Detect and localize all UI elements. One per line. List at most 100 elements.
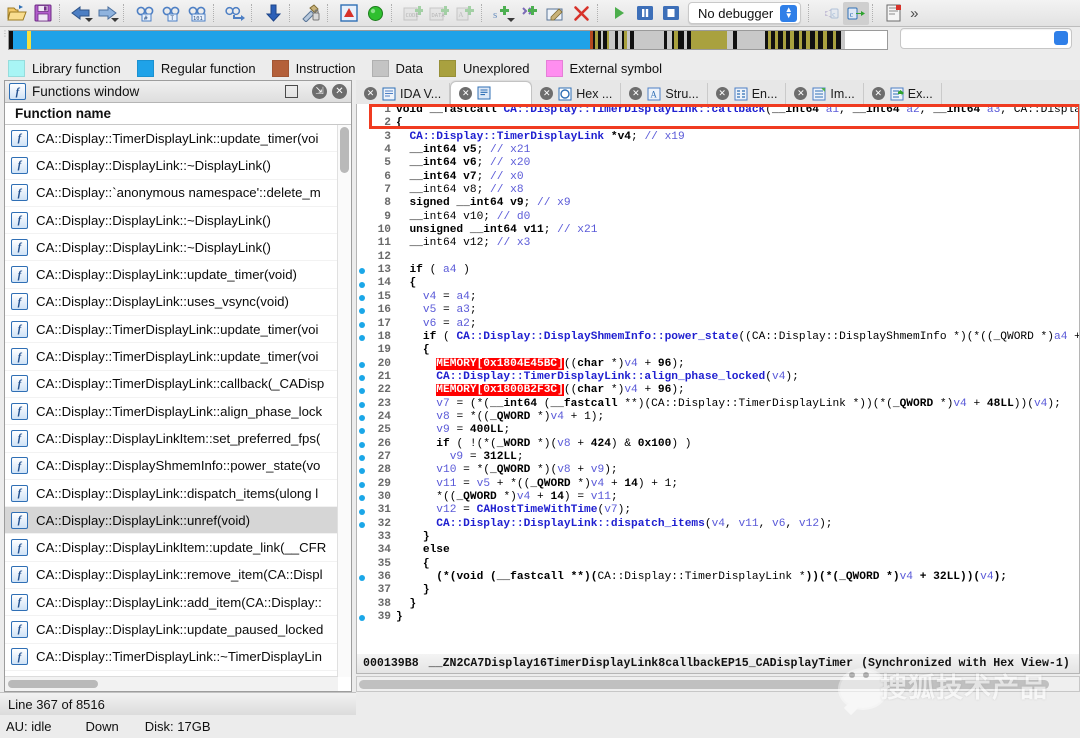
code-line-source[interactable]: if ( CA::Display::DisplayShmemInfo::powe… [396,331,1079,344]
function-list-item[interactable]: f CA::Display::DisplayLinkItem::update_li… [5,534,338,562]
code-line-source[interactable]: *((_QWORD *)v4 + 14) = v11; [396,491,1079,504]
code-line[interactable]: 35 { [357,558,1079,571]
code-line-source[interactable]: signed __int64 v9; // x9 [396,197,1079,210]
code-line-source[interactable]: CA::Display::DisplayLink::dispatch_items… [396,518,1079,531]
view-tab-6[interactable]: ✕ Ex... [864,83,942,104]
code-line-source[interactable]: v6 = a2; [396,318,1079,331]
code-line[interactable]: 5 __int64 v6; // x20 [357,157,1079,170]
undock-icon[interactable]: ⇲ [312,84,327,99]
view-tab-0[interactable]: ✕ IDA V... [356,83,451,104]
code-line[interactable]: 23 v7 = (*(__int64 (__fastcall **)(CA::D… [357,398,1079,411]
prev-c-icon[interactable]: c [817,2,843,25]
code-line-source[interactable]: { [396,117,1079,130]
code-line[interactable]: 7 __int64 v8; // x8 [357,184,1079,197]
make-array-icon[interactable]: A [452,2,478,25]
code-line[interactable]: 25 v9 = 400LL; [357,424,1079,437]
code-line-source[interactable]: } [396,598,1079,611]
code-line[interactable]: 33 } [357,531,1079,544]
code-line-source[interactable]: CA::Display::TimerDisplayLink *v4; // x1… [396,131,1079,144]
function-list-item[interactable]: f CA::Display::TimerDisplayLink::update_t… [5,343,338,371]
tab-close-icon[interactable]: ✕ [715,87,729,100]
function-list-item[interactable]: f CA::Display::DisplayLink::unref(void) [5,507,338,535]
debugger-selector[interactable]: No debugger ▲ ▼ [688,2,802,24]
code-line[interactable]: 37 } [357,584,1079,597]
function-list-item[interactable]: f CA::Display::DisplayLink::add_item(CA::… [5,589,338,617]
function-list-item[interactable]: f CA::Display::`anonymous namespace'::del… [5,180,338,207]
search-bytes-icon[interactable]: 101 [184,2,210,25]
function-list-item[interactable]: f CA::Display::DisplayLink::remove_item(C… [5,562,338,590]
code-line-source[interactable]: __int64 v12; // x3 [396,237,1079,250]
code-line[interactable]: 10 unsigned __int64 v11; // x21 [357,224,1079,237]
close-icon[interactable]: ✕ [332,84,347,99]
code-line[interactable]: 21 CA::Display::TimerDisplayLink::align_… [357,371,1079,384]
pseudocode-horizontal-scrollbar[interactable] [356,676,1080,692]
functions-horizontal-scrollbar[interactable] [5,676,338,691]
pseudocode-view[interactable]: 1 void __fastcall CA::Display::TimerDispl… [356,104,1080,660]
code-line-source[interactable]: __int64 v6; // x20 [396,157,1079,170]
make-struct-dropdown-icon[interactable] [507,17,515,22]
code-line[interactable]: 13 if ( a4 ) [357,264,1079,277]
code-line[interactable]: 16 v5 = a3; [357,304,1079,317]
function-list-item[interactable]: f CA::Display::DisplayShmemInfo::power_st… [5,453,338,480]
code-line-source[interactable]: (*(void (__fastcall **)(CA::Display::Tim… [396,571,1079,584]
code-line[interactable]: 28 v10 = *(_QWORD *)(v8 + v9); [357,464,1079,477]
search-submit-icon[interactable] [1054,31,1068,45]
code-line-source[interactable]: v9 = 400LL; [396,424,1079,437]
function-list-item[interactable]: f CA::Display::DisplayLink::uses_vsync(vo… [5,289,338,317]
code-line-source[interactable]: v9 = 312LL; [396,451,1079,464]
function-list-item[interactable]: f CA::Display::DisplayLink::~DisplayLink(… [5,152,338,180]
code-line-source[interactable]: v10 = *(_QWORD *)(v8 + v9); [396,464,1079,477]
green-ball-icon[interactable] [362,2,388,25]
pseudocode-horizontal-scroll-thumb[interactable] [359,680,1049,689]
code-line-source[interactable]: else [396,544,1079,557]
navigator-band[interactable] [8,30,888,50]
jump-down-icon[interactable] [260,2,286,25]
edit-function-icon[interactable] [542,2,568,25]
code-line[interactable]: 1 void __fastcall CA::Display::TimerDispl… [357,104,1079,117]
code-line-source[interactable]: { [396,277,1079,290]
code-line[interactable]: 36 (*(void (__fastcall **)(CA::Display::… [357,571,1079,584]
maximize-icon[interactable] [285,85,298,98]
make-struct-icon[interactable]: s [490,2,516,25]
make-union-icon[interactable] [516,2,542,25]
functions-vertical-scroll-thumb[interactable] [340,127,349,173]
code-line[interactable]: 34 else [357,544,1079,557]
tab-close-icon[interactable]: ✕ [459,86,473,100]
code-line-source[interactable]: v12 = CAHostTimeWithTime(v7); [396,504,1079,517]
code-line[interactable]: 22 MEMORY[0x1800B2F3C]((char *)v4 + 96); [357,384,1079,397]
code-line[interactable]: 8 signed __int64 v9; // x9 [357,197,1079,210]
code-line[interactable]: 31 v12 = CAHostTimeWithTime(v7); [357,504,1079,517]
tab-close-icon[interactable]: ✕ [871,87,885,100]
code-line[interactable]: 39} [357,611,1079,624]
delete-icon[interactable] [568,2,594,25]
code-line-source[interactable]: MEMORY[0x1804E45BC]((char *)v4 + 96); [396,357,1079,371]
jump-xref-icon[interactable] [222,2,248,25]
debug-stop-icon[interactable] [658,2,684,25]
code-line[interactable]: 18 if ( CA::Display::DisplayShmemInfo::p… [357,331,1079,344]
view-tab-1[interactable]: ✕ [450,81,533,104]
function-list-item[interactable]: f CA::Display::TimerDisplayLink::~TimerDi… [5,644,338,671]
code-line[interactable]: 29 v11 = v5 + *((_QWORD *)v4 + 14) + 1; [357,478,1079,491]
graph-view-icon[interactable] [336,2,362,25]
function-list-item[interactable]: f CA::Display::TimerDisplayLink::update_t… [5,125,338,153]
pseudocode-text[interactable]: 1 void __fastcall CA::Display::TimerDispl… [357,104,1079,624]
back-nav-icon[interactable] [68,2,94,25]
code-line-source[interactable]: MEMORY[0x1800B2F3C]((char *)v4 + 96); [396,384,1079,397]
toolbar-overflow-button[interactable]: » [907,5,921,22]
code-line-source[interactable]: v8 = *((_QWORD *)v4 + 1); [396,411,1079,424]
code-line-source[interactable]: v4 = a4; [396,291,1079,304]
save-icon[interactable] [30,2,56,25]
code-line-source[interactable]: } [396,531,1079,544]
code-line-source[interactable]: if ( a4 ) [396,264,1079,277]
open-file-icon[interactable] [4,2,30,25]
code-line[interactable]: 24 v8 = *((_QWORD *)v4 + 1); [357,411,1079,424]
search-text-icon[interactable]: T [158,2,184,25]
code-line[interactable]: 15 v4 = a4; [357,291,1079,304]
tab-close-icon[interactable]: ✕ [364,87,377,100]
function-list-item[interactable]: f CA::Display::DisplayLinkItem::set_prefe… [5,425,338,453]
code-line-source[interactable]: void __fastcall CA::Display::TimerDispla… [396,104,1079,117]
code-line[interactable]: 11 __int64 v12; // x3 [357,237,1079,250]
code-line-source[interactable]: } [396,611,1079,624]
code-line[interactable]: 27 v9 = 312LL; [357,451,1079,464]
code-line[interactable]: 30 *((_QWORD *)v4 + 14) = v11; [357,491,1079,504]
